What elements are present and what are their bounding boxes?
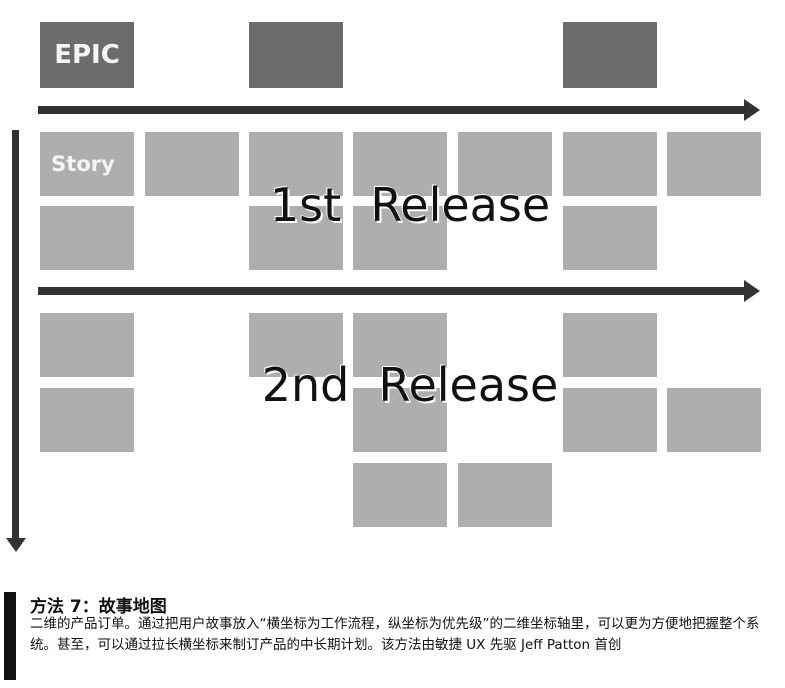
story-card xyxy=(40,206,134,270)
epic-card: EPIC xyxy=(40,22,134,88)
epic-card xyxy=(563,22,657,88)
story-map-figure: EPIC Story 1st Release 2nd Release 方法 7：故… xyxy=(0,0,785,688)
story-card xyxy=(667,388,761,452)
release-2-label: 2nd Release xyxy=(261,358,559,412)
priority-axis-arrow xyxy=(6,130,26,552)
release-1-label: 1st Release xyxy=(269,178,551,232)
story-card xyxy=(353,463,447,527)
story-label: Story xyxy=(51,152,115,176)
release-divider-arrow xyxy=(38,280,760,302)
story-card: Story xyxy=(40,132,134,196)
caption-body: 二维的产品订单。通过把用户故事放入“横坐标为工作流程，纵坐标为优先级”的二维坐标… xyxy=(30,616,760,653)
workflow-axis-arrow xyxy=(38,99,760,121)
epic-label: EPIC xyxy=(54,40,120,70)
epic-card xyxy=(249,22,343,88)
story-card xyxy=(667,132,761,196)
story-card xyxy=(458,463,552,527)
story-card xyxy=(40,313,134,377)
caption-bar xyxy=(4,592,16,680)
story-card xyxy=(40,388,134,452)
